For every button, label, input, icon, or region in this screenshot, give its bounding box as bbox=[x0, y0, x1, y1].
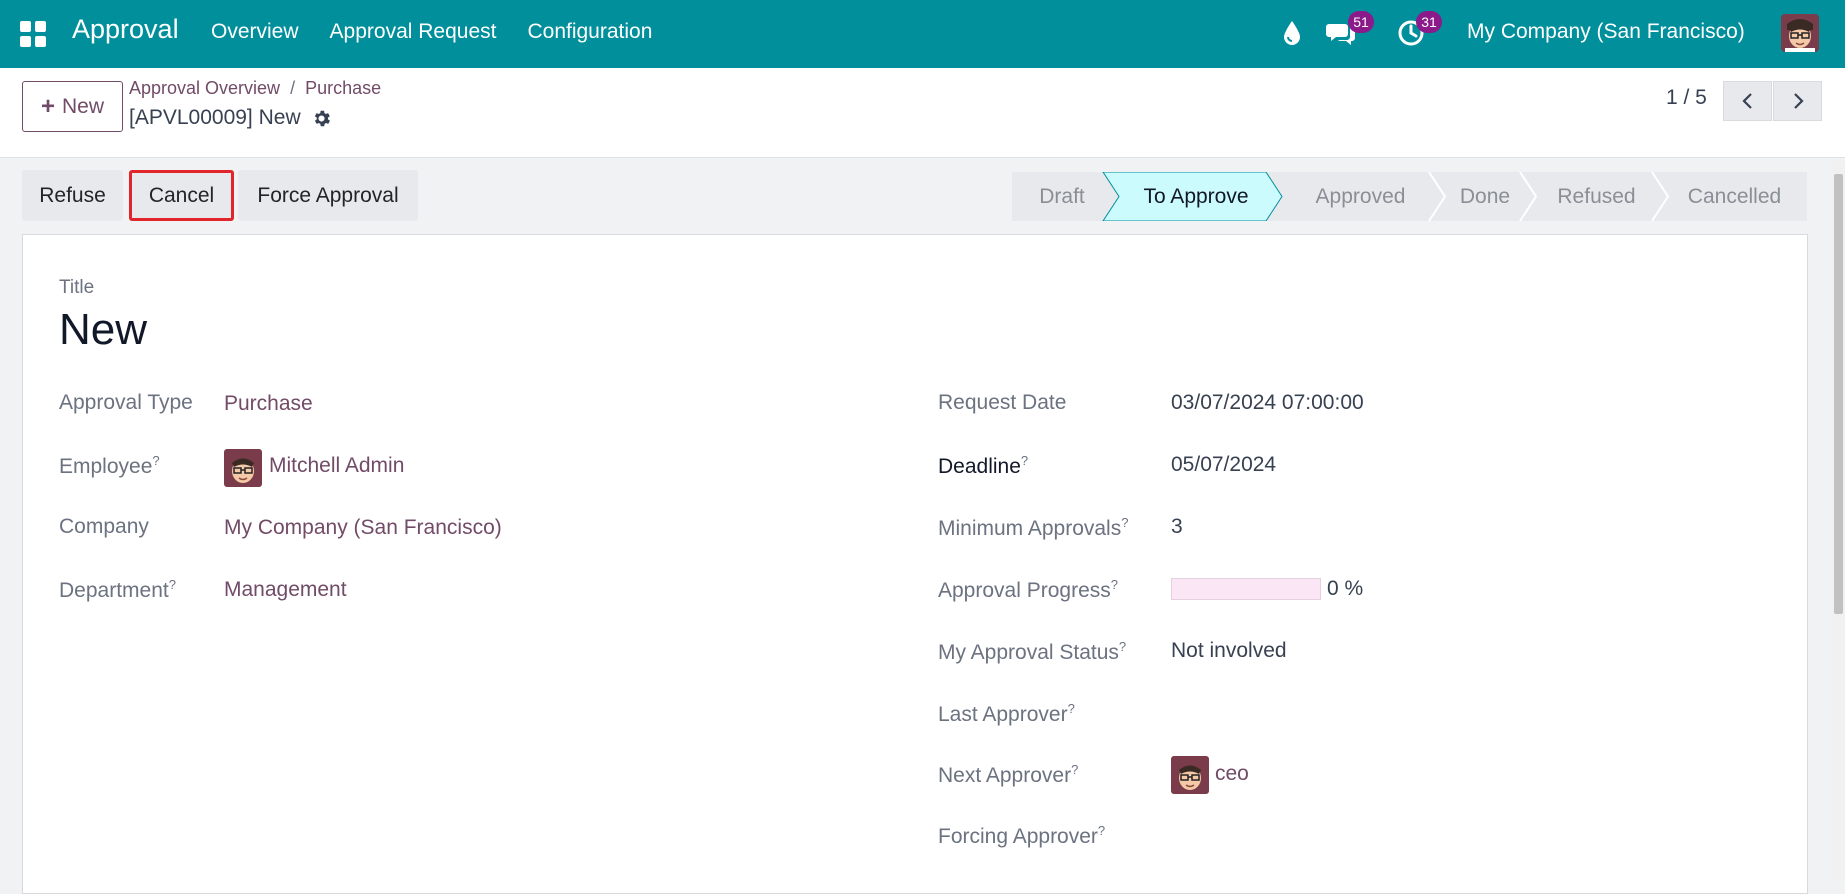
menu-item-configuration[interactable]: Configuration bbox=[527, 20, 652, 44]
pager-next-button[interactable] bbox=[1773, 81, 1822, 121]
approval-type-label: Approval Type bbox=[59, 391, 193, 414]
employee-label: Employee? bbox=[59, 453, 160, 478]
cancel-button[interactable]: Cancel bbox=[129, 170, 234, 221]
approval-type-value[interactable]: Purchase bbox=[224, 392, 313, 416]
stage-cancelled[interactable]: Cancelled bbox=[1662, 172, 1807, 221]
stage-approved[interactable]: Approved bbox=[1282, 172, 1439, 221]
breadcrumb-separator: / bbox=[290, 78, 296, 98]
stage-to-approve[interactable]: To Approve bbox=[1112, 172, 1280, 221]
top-navbar: Approval Overview Approval Request Confi… bbox=[0, 0, 1845, 68]
my-approval-status-label: My Approval Status? bbox=[938, 639, 1127, 664]
approval-progress-label: Approval Progress? bbox=[938, 577, 1118, 602]
next-approver-value[interactable]: ceo bbox=[1215, 762, 1249, 786]
breadcrumb-approval-overview[interactable]: Approval Overview bbox=[129, 78, 280, 99]
my-approval-status-value: Not involved bbox=[1171, 639, 1287, 662]
main-menu: Overview Approval Request Configuration bbox=[211, 20, 683, 44]
app-brand[interactable]: Approval bbox=[72, 14, 179, 45]
forcing-approver-label: Forcing Approver? bbox=[938, 823, 1106, 848]
company-switcher[interactable]: My Company (San Francisco) bbox=[1467, 20, 1745, 44]
user-avatar[interactable] bbox=[1781, 14, 1819, 52]
chevron-left-icon bbox=[1741, 93, 1752, 109]
pager-previous-button[interactable] bbox=[1723, 81, 1772, 121]
request-date-value[interactable]: 03/07/2024 07:00:00 bbox=[1171, 391, 1364, 415]
company-label: Company bbox=[59, 515, 149, 538]
stage-done[interactable]: Done bbox=[1439, 172, 1531, 221]
force-approval-button[interactable]: Force Approval bbox=[238, 170, 418, 221]
new-button[interactable]: + New bbox=[22, 81, 123, 132]
gear-icon[interactable] bbox=[311, 108, 332, 129]
messages-badge: 51 bbox=[1348, 11, 1374, 33]
pager-value[interactable]: 1 / 5 bbox=[1666, 86, 1707, 110]
record-title: [APVL00009] New bbox=[129, 106, 332, 130]
minimum-approvals-value: 3 bbox=[1171, 515, 1183, 538]
deadline-label: Deadline? bbox=[938, 453, 1029, 478]
title-label: Title bbox=[59, 277, 95, 298]
activities-badge: 31 bbox=[1416, 11, 1442, 33]
apps-menu-icon[interactable] bbox=[20, 21, 46, 47]
stage-refused[interactable]: Refused bbox=[1531, 172, 1662, 221]
droplet-icon[interactable] bbox=[1279, 18, 1305, 48]
new-button-label: New bbox=[62, 94, 105, 118]
page-scrollbar[interactable] bbox=[1832, 160, 1845, 880]
deadline-value[interactable]: 05/07/2024 bbox=[1171, 453, 1276, 477]
breadcrumb: Approval Overview / Purchase bbox=[129, 78, 381, 99]
department-value[interactable]: Management bbox=[224, 578, 347, 602]
refuse-button[interactable]: Refuse bbox=[22, 170, 123, 221]
menu-item-overview[interactable]: Overview bbox=[211, 20, 299, 44]
next-approver-label: Next Approver? bbox=[938, 762, 1079, 787]
company-value[interactable]: My Company (San Francisco) bbox=[224, 516, 502, 540]
request-date-label: Request Date bbox=[938, 391, 1067, 414]
last-approver-label: Last Approver? bbox=[938, 701, 1075, 726]
breadcrumb-purchase[interactable]: Purchase bbox=[305, 78, 381, 99]
plus-icon: + bbox=[40, 92, 55, 120]
approval-progress-bar bbox=[1171, 578, 1321, 600]
employee-avatar[interactable] bbox=[224, 449, 262, 487]
stage-draft[interactable]: Draft bbox=[1012, 172, 1112, 221]
status-bar: Draft To Approve Approved Done Refused C… bbox=[1012, 172, 1807, 221]
form-sheet bbox=[22, 234, 1808, 894]
minimum-approvals-label: Minimum Approvals? bbox=[938, 515, 1129, 540]
control-panel: + New Approval Overview / Purchase [APVL… bbox=[0, 68, 1845, 158]
approval-progress-value: 0 % bbox=[1327, 577, 1364, 600]
scrollbar-thumb[interactable] bbox=[1834, 174, 1843, 614]
department-label: Department? bbox=[59, 577, 176, 602]
record-title-text: [APVL00009] New bbox=[129, 106, 301, 129]
title-input[interactable]: New bbox=[59, 305, 147, 355]
menu-item-approval-request[interactable]: Approval Request bbox=[330, 20, 497, 44]
next-approver-avatar[interactable] bbox=[1171, 756, 1209, 794]
employee-value[interactable]: Mitchell Admin bbox=[269, 454, 404, 478]
chevron-right-icon bbox=[1793, 93, 1804, 109]
